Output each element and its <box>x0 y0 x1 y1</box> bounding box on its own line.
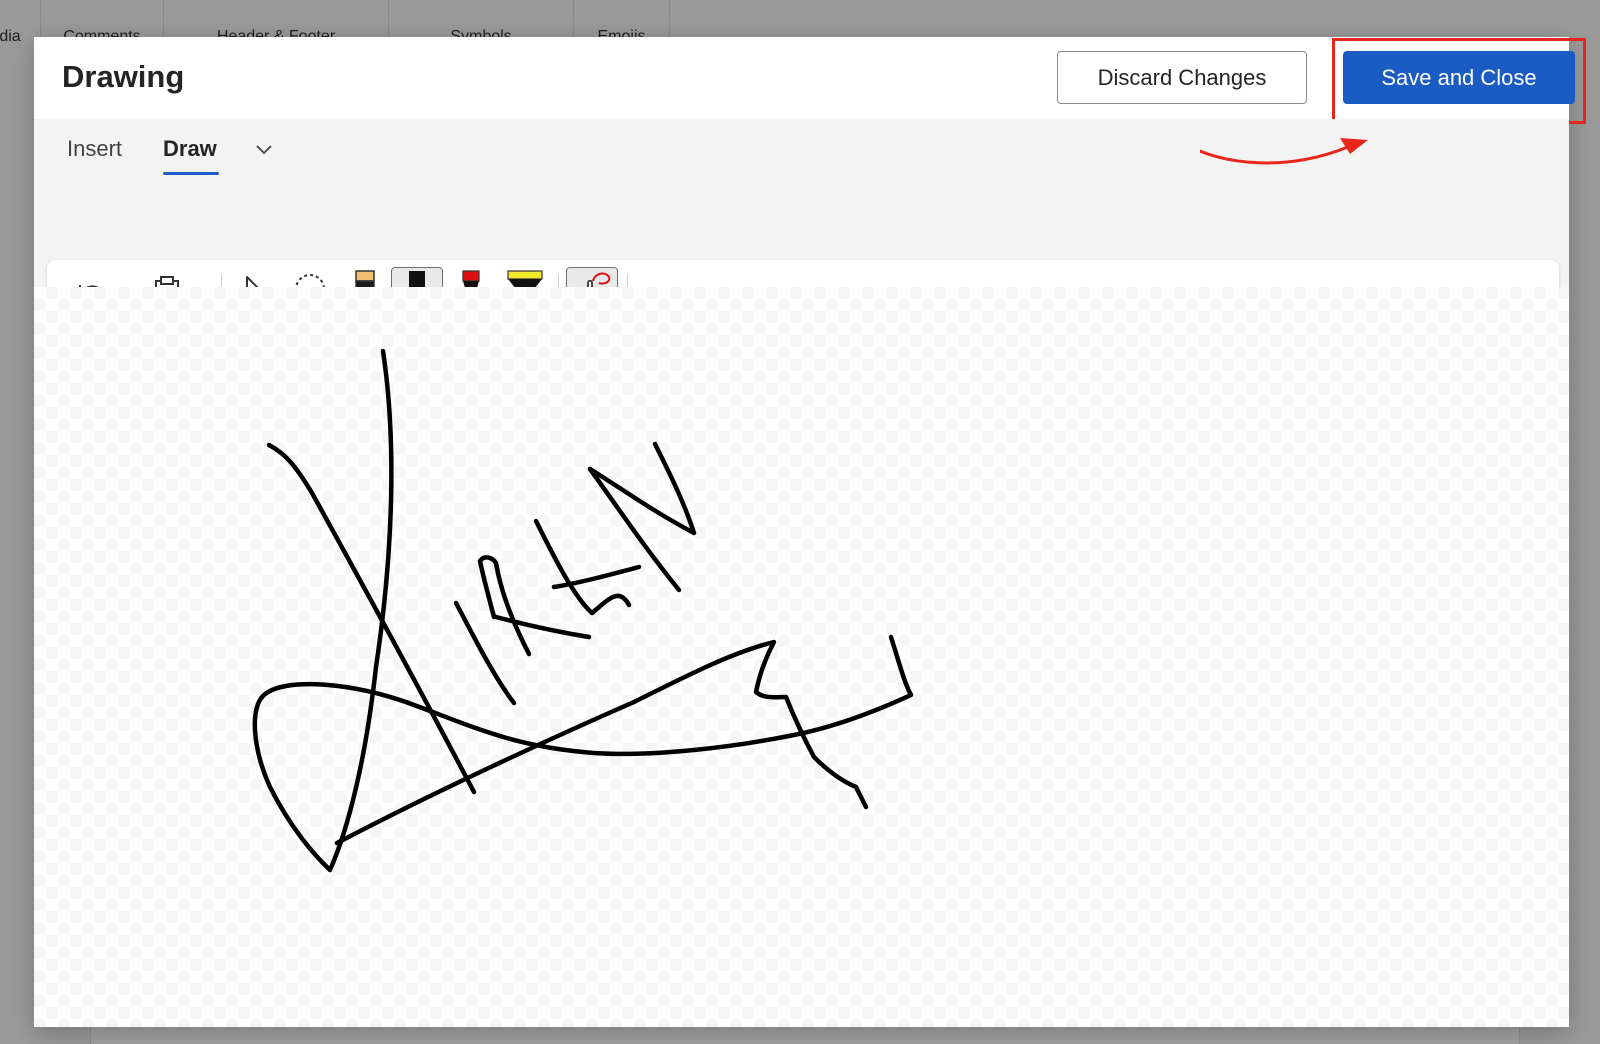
ink-stroke <box>327 348 394 873</box>
chevron-down-icon[interactable] <box>252 137 276 161</box>
ink-stroke <box>587 466 682 593</box>
active-tab-indicator <box>163 172 219 175</box>
drawing-canvas[interactable] <box>34 287 1569 1027</box>
signature-ink-strokes <box>252 348 914 873</box>
annotation-arrow-icon <box>1200 138 1368 165</box>
ink-stroke <box>533 518 595 616</box>
tab-draw[interactable]: Draw <box>163 129 217 169</box>
ink-stroke <box>477 555 532 657</box>
ink-stroke <box>493 614 592 640</box>
ink-stroke <box>266 442 477 795</box>
drawing-dialog: Drawing Discard Changes Save and Close I… <box>34 37 1586 1027</box>
ink-stroke <box>589 593 632 616</box>
dialog-title: Drawing <box>62 59 185 94</box>
ink-stroke <box>334 639 869 846</box>
tab-insert[interactable]: Insert <box>67 129 122 169</box>
